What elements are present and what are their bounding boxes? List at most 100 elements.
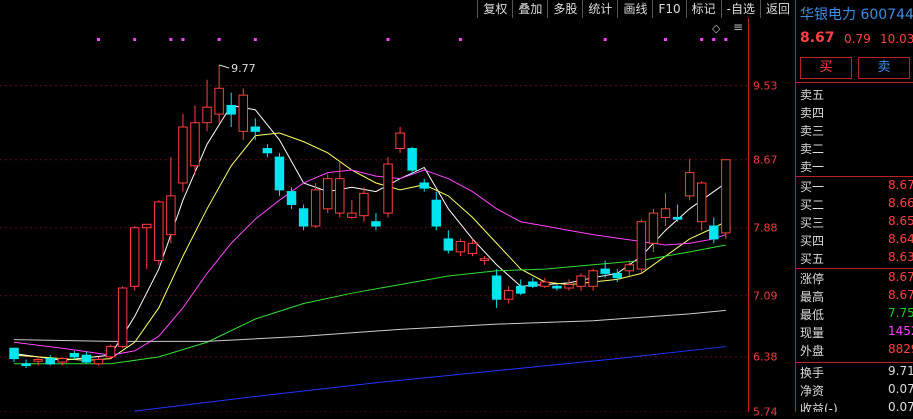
candle-body: [190, 122, 200, 167]
buy-level-value: 8.63: [888, 250, 913, 264]
toolbar-button[interactable]: 统计: [582, 0, 618, 18]
candle-body: [528, 281, 538, 287]
stat-row-label: 净资: [800, 384, 825, 398]
candle-body: [455, 241, 466, 253]
buy-level: 买一 8.67: [800, 178, 913, 195]
candle-body: [672, 216, 683, 220]
candle-body: [660, 208, 671, 218]
toolbar-button[interactable]: -自选: [720, 0, 760, 18]
menu-icon[interactable]: ≡: [733, 20, 743, 34]
candle-body: [322, 178, 333, 210]
candle-body: [9, 347, 19, 360]
candle-body: [202, 106, 212, 124]
axis-tick-label: 7.09: [753, 289, 778, 303]
candle-body: [467, 242, 478, 255]
candle-body: [636, 221, 647, 270]
toolbar-button[interactable]: 画线: [617, 0, 653, 18]
marker-dot: [96, 38, 100, 41]
candle-body: [335, 178, 345, 214]
candle-body: [359, 192, 369, 217]
toolbar-button[interactable]: 叠加: [512, 0, 548, 18]
stat-row: 收益(-) 0.079: [800, 400, 913, 412]
marker-dot: [724, 38, 728, 41]
buy-level: 买五 8.63: [800, 250, 913, 267]
candle-body: [214, 87, 224, 115]
candle-body: [503, 290, 514, 300]
candle-body: [262, 148, 273, 154]
marker-dot: [253, 38, 257, 41]
stat-row: 最高 8.67: [800, 288, 913, 305]
buy-level: 买四 8.64: [800, 232, 913, 249]
stat-row-label: 换手: [800, 366, 825, 380]
toolbar-button[interactable]: 标记: [685, 0, 721, 18]
sell-level: 卖一: [800, 158, 913, 175]
marker-dot: [386, 38, 390, 41]
candle-body: [57, 358, 68, 363]
price-change: 0.79: [844, 32, 871, 46]
stock-title: 华银电力 600744: [800, 7, 913, 23]
sell-level: 卖三: [800, 122, 913, 139]
candle-body: [117, 287, 128, 348]
sell-button[interactable]: 卖: [858, 57, 910, 79]
buy-level-label: 买五: [800, 252, 825, 266]
candle-body: [93, 358, 104, 365]
candle-body: [69, 352, 80, 358]
candle-body: [684, 172, 695, 197]
stat-row: 现量 14521: [800, 324, 913, 341]
toolbar-button[interactable]: 复权: [477, 0, 513, 18]
candle-body: [105, 346, 116, 358]
buy-button[interactable]: 买: [800, 57, 852, 79]
marker-dot: [664, 38, 668, 41]
toolbar-button[interactable]: 多股: [547, 0, 583, 18]
toolbar-button[interactable]: F10: [652, 0, 686, 18]
candle-body: [576, 275, 586, 287]
buy-level: 买三 8.65: [800, 214, 913, 231]
candle-body: [129, 227, 140, 287]
candle-body: [310, 189, 321, 227]
candle-body: [648, 212, 659, 244]
buy-level-value: 8.64: [888, 232, 913, 246]
axis-tick-label: 6.38: [753, 350, 778, 364]
candle-body: [721, 159, 731, 234]
buy-level-label: 买二: [800, 198, 825, 212]
candle-body: [33, 358, 43, 362]
candle-body: [274, 156, 285, 191]
marker-dot: [458, 38, 462, 41]
kline-chart[interactable]: 9.77: [0, 18, 748, 413]
divider: [796, 82, 913, 83]
diamond-icon[interactable]: ◇: [712, 22, 720, 35]
candle-body: [250, 126, 261, 132]
stat-row-label: 涨停: [800, 272, 825, 286]
stat-row-value: 0.079: [888, 400, 913, 412]
candle-body: [142, 223, 152, 229]
candle-body: [552, 285, 562, 289]
buy-level-value: 8.67: [888, 178, 913, 192]
candle-body: [709, 225, 719, 240]
candle-body: [479, 258, 490, 261]
buy-level-label: 买四: [800, 234, 825, 248]
buy-level: 买二 8.66: [800, 196, 913, 213]
toolbar-button[interactable]: 返回: [759, 0, 795, 18]
ma-line-ma250: [134, 346, 726, 412]
stat-row: 涨停 8.67: [800, 270, 913, 287]
divider: [796, 362, 913, 363]
peak-annotation-line: [218, 64, 230, 69]
candle-body: [238, 94, 248, 132]
marker-dot: [217, 38, 221, 41]
stat-row: 换手 9.71%: [800, 364, 913, 381]
axis-tick-label: 7.88: [753, 221, 778, 235]
candle-body: [383, 163, 393, 214]
price-axis: 9.53 8.67 7.88 7.09 6.38 5.74: [748, 18, 796, 419]
candle-body: [45, 358, 55, 365]
candle-body: [21, 363, 31, 367]
stat-row-value: 882995: [888, 342, 913, 356]
candle-body: [540, 281, 550, 287]
candle-body: [564, 284, 574, 289]
candle-body: [491, 275, 502, 300]
stat-row-value: 7.75: [888, 306, 913, 320]
divider: [796, 176, 913, 177]
stat-row-value: 8.67: [888, 288, 913, 302]
stat-row-label: 现量: [800, 326, 825, 340]
candle-body: [226, 104, 236, 115]
axis-tick-label: 5.74: [753, 405, 778, 419]
